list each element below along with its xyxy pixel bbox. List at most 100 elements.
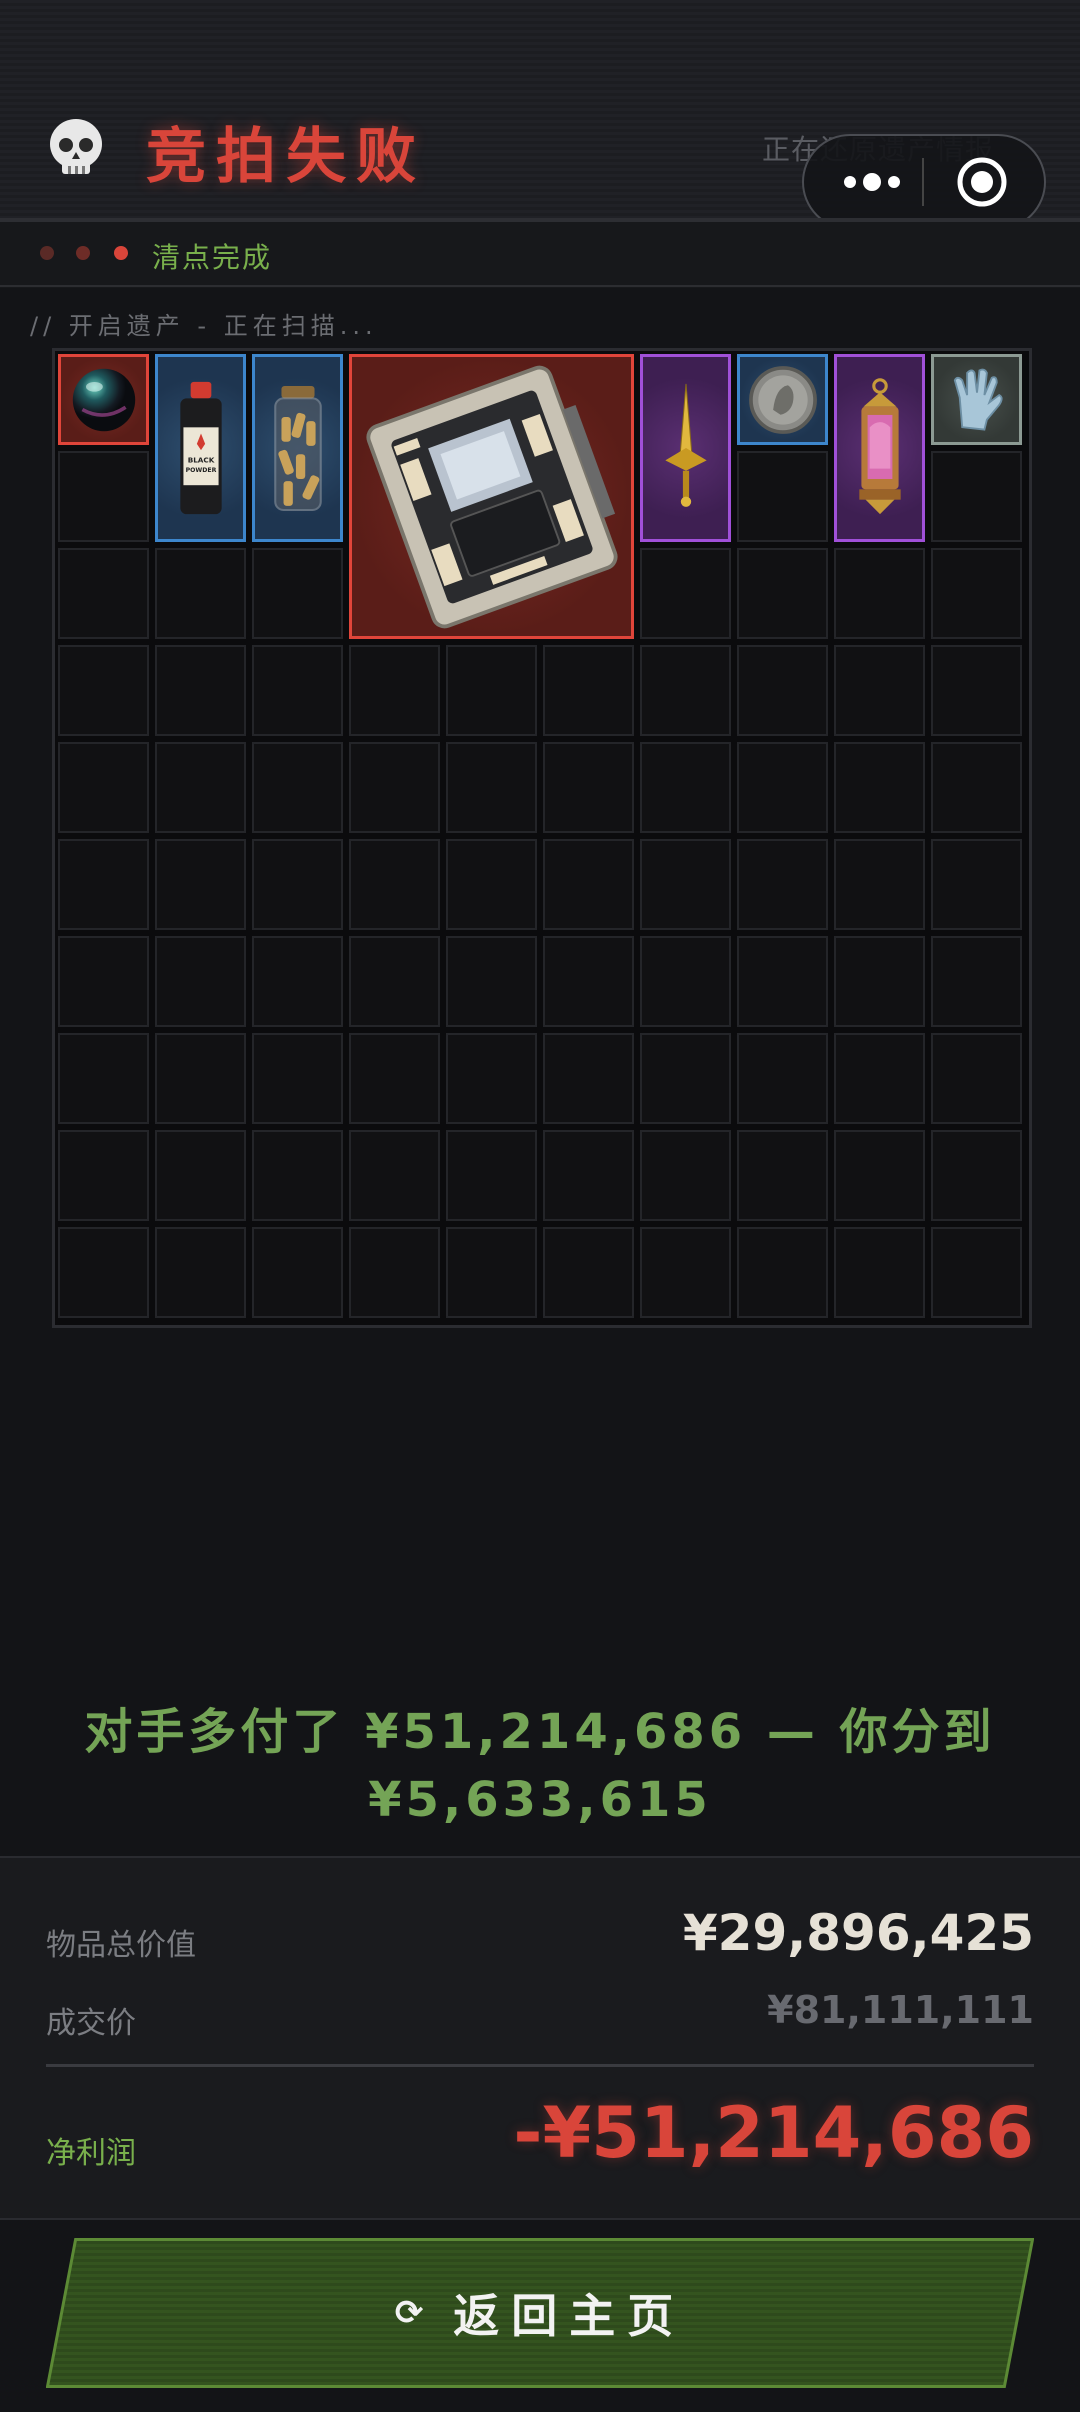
summary-divider: [46, 2064, 1034, 2067]
item-ornate-lantern[interactable]: [834, 354, 925, 542]
skull-icon: [50, 119, 102, 174]
inventory-slot: [931, 645, 1022, 736]
inventory-slot: [155, 1227, 246, 1318]
inventory-slot: [252, 548, 343, 639]
summary-panel: 物品总价值 ¥29,896,425 成交价 ¥81,111,111 净利润 -¥…: [0, 1856, 1080, 2220]
black-powder-bottle-icon: BLACK POWDER: [170, 373, 232, 523]
inventory-slot: [640, 548, 731, 639]
status-divider: [0, 285, 1080, 287]
inventory-slot: [58, 645, 149, 736]
status-dot-2: [76, 246, 90, 260]
item-graphics-card[interactable]: [349, 354, 634, 639]
result-message: 对手多付了 ¥51,214,686 — 你分到 ¥5,633,615: [0, 1698, 1080, 1834]
inventory-slot: [252, 645, 343, 736]
inventory-slot: [58, 839, 149, 930]
inventory-slot: [640, 1227, 731, 1318]
inventory-slot: [640, 1033, 731, 1124]
inventory-slot: [931, 548, 1022, 639]
inventory-slot: [252, 1227, 343, 1318]
inventory-slot: [155, 548, 246, 639]
inventory-slot: [640, 839, 731, 930]
inventory-slot: [446, 839, 537, 930]
inventory-slot: [543, 1033, 634, 1124]
inventory-slot: [349, 1227, 440, 1318]
status-dot-3: [114, 246, 128, 260]
inventory-slot: [834, 645, 925, 736]
inventory-slot: [931, 839, 1022, 930]
item-black-pearl-orb[interactable]: [58, 354, 149, 445]
inventory-slot: [155, 936, 246, 1027]
inventory-slot: [834, 1227, 925, 1318]
deal-price-label: 成交价: [46, 2006, 136, 2041]
inventory-slot: [737, 1227, 828, 1318]
inventory-slot: [155, 839, 246, 930]
status-dot-1: [40, 246, 54, 260]
inventory-slot: [252, 1130, 343, 1221]
graphics-card-icon: [357, 362, 627, 632]
inventory-slot: [931, 1130, 1022, 1221]
inventory-slot: [349, 839, 440, 930]
item-golden-dagger[interactable]: [640, 354, 731, 542]
inventory-slot: [58, 936, 149, 1027]
inventory-slot: [737, 742, 828, 833]
svg-text:POWDER: POWDER: [185, 467, 216, 474]
inventory-slot: [446, 936, 537, 1027]
svg-text:BLACK: BLACK: [187, 455, 214, 464]
inventory-slot: [58, 1227, 149, 1318]
home-button[interactable]: ⟳ 返回主页: [46, 2238, 1034, 2388]
status-label: 清点完成: [152, 241, 273, 274]
net-profit-value: -¥51,214,686: [513, 2092, 1034, 2174]
inventory-slot: [931, 936, 1022, 1027]
inventory-slot: [446, 1130, 537, 1221]
inventory-slot: [737, 839, 828, 930]
black-pearl-orb-icon: [68, 364, 140, 436]
item-ammo-jar[interactable]: [252, 354, 343, 542]
latex-glove-icon: [940, 363, 1014, 437]
inventory-slot: [446, 1227, 537, 1318]
inventory-slot: [58, 548, 149, 639]
inventory-slot: [349, 645, 440, 736]
silver-coin-icon: [746, 363, 820, 437]
more-icon[interactable]: [832, 162, 912, 202]
inventory-slot: [252, 936, 343, 1027]
inventory-slot: [349, 936, 440, 1027]
inventory-slot: [155, 1130, 246, 1221]
refresh-icon: ⟳: [394, 2293, 424, 2333]
inventory-grid: BLACK POWDER: [52, 348, 1032, 1328]
inventory-slot: [155, 645, 246, 736]
inventory-slot: [640, 742, 731, 833]
inventory-slot: [446, 1033, 537, 1124]
inventory-slot: [446, 645, 537, 736]
inventory-slot: [737, 645, 828, 736]
inventory-slot: [252, 839, 343, 930]
capsule-divider: [922, 158, 924, 206]
inventory-slot: [155, 742, 246, 833]
inventory-slot: [58, 1033, 149, 1124]
inventory-slot: [58, 742, 149, 833]
net-profit-label: 净利润: [46, 2136, 136, 2171]
inventory-slot: [737, 451, 828, 542]
item-black-powder-bottle[interactable]: BLACK POWDER: [155, 354, 246, 542]
inventory-slot: [543, 839, 634, 930]
inventory-slot: [737, 1033, 828, 1124]
scan-status-text: // 开启遗产 - 正在扫描...: [30, 312, 378, 340]
ornate-lantern-icon: [849, 373, 911, 523]
result-message-line1: 对手多付了 ¥51,214,686 — 你分到: [84, 1704, 996, 1760]
deal-price: ¥81,111,111: [767, 1988, 1034, 2032]
inventory-slot: [737, 936, 828, 1027]
inventory-slot: [58, 451, 149, 542]
inventory-slot: [446, 742, 537, 833]
home-button-label: 返回主页: [453, 2289, 686, 2343]
page-title: 竞拍失败: [146, 122, 426, 192]
result-message-line2: ¥5,633,615: [368, 1772, 712, 1828]
item-latex-glove[interactable]: [931, 354, 1022, 445]
inventory-slot: [349, 1033, 440, 1124]
mini-program-capsule: [802, 134, 1046, 230]
close-target-icon[interactable]: [942, 156, 1022, 208]
inventory-slot: [349, 742, 440, 833]
inventory-slot: [640, 645, 731, 736]
inventory-slot: [931, 1227, 1022, 1318]
total-value-label: 物品总价值: [46, 1928, 196, 1963]
item-silver-coin[interactable]: [737, 354, 828, 445]
inventory-slot: [834, 936, 925, 1027]
